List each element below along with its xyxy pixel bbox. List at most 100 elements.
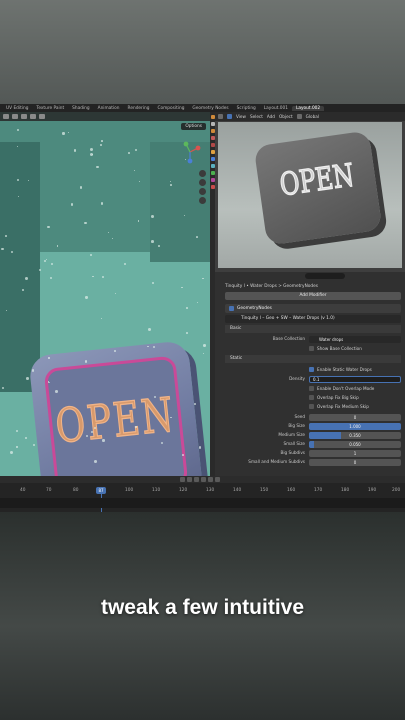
viewport-header	[0, 112, 210, 121]
water-drop	[90, 153, 94, 157]
step-forward-icon[interactable]	[208, 477, 213, 482]
show-base-collection-checkbox[interactable]	[309, 345, 314, 351]
show-base-collection-row[interactable]: Show Base Collection	[309, 344, 362, 352]
mode-icon[interactable]	[12, 114, 18, 119]
big-size-slider[interactable]: 1.000	[309, 422, 401, 430]
tab-shading[interactable]: Shading	[68, 106, 93, 111]
tab-layout-001[interactable]: Layout.001	[260, 106, 292, 111]
water-drop	[85, 434, 88, 438]
navigation-gizmo-icon[interactable]	[178, 140, 202, 164]
play-icon[interactable]	[201, 477, 206, 482]
view-layer-icon[interactable]	[210, 129, 215, 133]
dont-overlap-label: Enable Don't Overlap Mode	[317, 385, 375, 391]
render-properties-icon[interactable]	[210, 115, 215, 119]
transform-orientation-dropdown[interactable]: Global	[306, 114, 319, 119]
water-drop	[202, 344, 206, 347]
overlap-fix-medium-row[interactable]: Overlap Fix Medium Skip	[309, 402, 369, 410]
dont-overlap-checkbox[interactable]	[309, 385, 314, 391]
tab-uv-editing[interactable]: UV Editing	[2, 106, 32, 111]
world-properties-icon[interactable]	[210, 143, 215, 147]
ortho-toggle-icon[interactable]	[199, 197, 206, 204]
jump-end-icon[interactable]	[215, 477, 220, 482]
blender-window: UV Editing Texture Paint Shading Animati…	[0, 104, 405, 512]
render-view-header: View Select Add Object Global	[215, 112, 405, 121]
frame-tick: 160	[287, 488, 296, 493]
tab-geometry-nodes[interactable]: Geometry Nodes	[188, 106, 232, 111]
tab-layout-002[interactable]: Layout.002	[291, 105, 325, 111]
show-base-collection-label: Show Base Collection	[317, 345, 362, 351]
jump-start-icon[interactable]	[180, 477, 185, 482]
enable-static-row[interactable]: Enable Static Water Drops	[309, 365, 372, 373]
water-drop	[67, 131, 69, 133]
water-drop	[101, 140, 103, 142]
density-input[interactable]: 0.1	[309, 375, 401, 383]
editor-type-icon[interactable]	[3, 114, 9, 119]
modifier-header[interactable]: GeometryNodes	[225, 304, 401, 313]
tab-rendering[interactable]: Rendering	[124, 106, 154, 111]
timeline[interactable]: 40 70 80 100 110 120 130 140 150 160 170…	[0, 476, 405, 512]
water-drop	[79, 186, 83, 189]
water-drop	[45, 258, 47, 260]
transform-icon[interactable]	[21, 114, 27, 119]
water-drop	[108, 232, 110, 234]
water-drop	[196, 302, 198, 304]
frame-tick: 190	[368, 488, 377, 493]
modifier-name[interactable]: GeometryNodes	[237, 306, 272, 311]
small-size-slider[interactable]: 0.050	[309, 440, 401, 448]
water-drop	[90, 148, 94, 152]
tab-scripting[interactable]: Scripting	[233, 106, 260, 111]
physics-icon[interactable]	[210, 171, 215, 175]
proportional-icon[interactable]	[39, 114, 45, 119]
tab-animation[interactable]: Animation	[94, 106, 124, 111]
scene-properties-icon[interactable]	[210, 136, 215, 140]
open-sign-object[interactable]: OPEN	[28, 340, 204, 476]
menu-view[interactable]: View	[236, 114, 246, 119]
options-button[interactable]: Options	[181, 123, 206, 130]
pan-icon[interactable]	[199, 179, 206, 186]
section-static[interactable]: Static	[225, 355, 401, 363]
zoom-icon[interactable]	[199, 170, 206, 177]
select-mode-icon[interactable]	[227, 114, 232, 119]
tab-compositing[interactable]: Compositing	[153, 106, 188, 111]
section-basic[interactable]: Basic	[225, 325, 401, 333]
node-group-selector[interactable]: Tinquity I – Geo + SW – Water Drops (v 1…	[225, 315, 401, 323]
frame-tick: 40	[20, 488, 26, 493]
overlap-fix-big-row[interactable]: Overlap Fix Big Skip	[309, 393, 359, 401]
modifier-properties-icon[interactable]	[210, 157, 215, 161]
menu-object[interactable]: Object	[279, 114, 293, 119]
step-back-icon[interactable]	[187, 477, 192, 482]
seed-field[interactable]: 0	[309, 413, 401, 421]
tab-texture-paint[interactable]: Texture Paint	[32, 106, 68, 111]
enable-static-checkbox[interactable]	[309, 366, 314, 372]
texture-properties-icon[interactable]	[210, 185, 215, 189]
water-drop	[10, 450, 14, 454]
editor-type-icon[interactable]	[218, 114, 223, 119]
overlap-fix-medium-checkbox[interactable]	[309, 403, 314, 409]
particles-icon[interactable]	[210, 164, 215, 168]
menu-select[interactable]: Select	[250, 114, 263, 119]
camera-view-icon[interactable]	[199, 188, 206, 195]
object-properties-icon[interactable]	[210, 150, 215, 154]
material-properties-icon[interactable]	[210, 178, 215, 182]
current-frame-indicator[interactable]: 87	[96, 487, 106, 494]
3d-viewport[interactable]: Options OPEN	[0, 112, 210, 476]
snap-icon[interactable]	[30, 114, 36, 119]
small-medium-subdivs-field[interactable]: 0	[309, 458, 401, 466]
water-drop	[4, 235, 7, 237]
dont-overlap-row[interactable]: Enable Don't Overlap Mode	[309, 384, 374, 392]
base-collection-field[interactable]: Water drops	[309, 335, 401, 343]
field-row-big-subdivs: Big Subdivs 1	[225, 449, 401, 457]
output-properties-icon[interactable]	[210, 122, 215, 126]
add-modifier-button[interactable]: Add Modifier	[225, 292, 401, 300]
overlap-fix-big-checkbox[interactable]	[309, 394, 314, 400]
frame-tick: 120	[179, 488, 188, 493]
orientation-icon	[296, 114, 302, 119]
play-reverse-icon[interactable]	[194, 477, 199, 482]
medium-size-slider[interactable]: 0.350	[309, 431, 401, 439]
big-subdivs-field[interactable]: 1	[309, 449, 401, 457]
breadcrumb: Tinquity I • Water Drops > GeometryNodes	[225, 284, 319, 289]
menu-add[interactable]: Add	[267, 114, 275, 119]
navigation-controls	[199, 170, 206, 206]
properties-search-input[interactable]	[305, 273, 345, 279]
render-view[interactable]: View Select Add Object Global OPEN	[215, 112, 405, 272]
